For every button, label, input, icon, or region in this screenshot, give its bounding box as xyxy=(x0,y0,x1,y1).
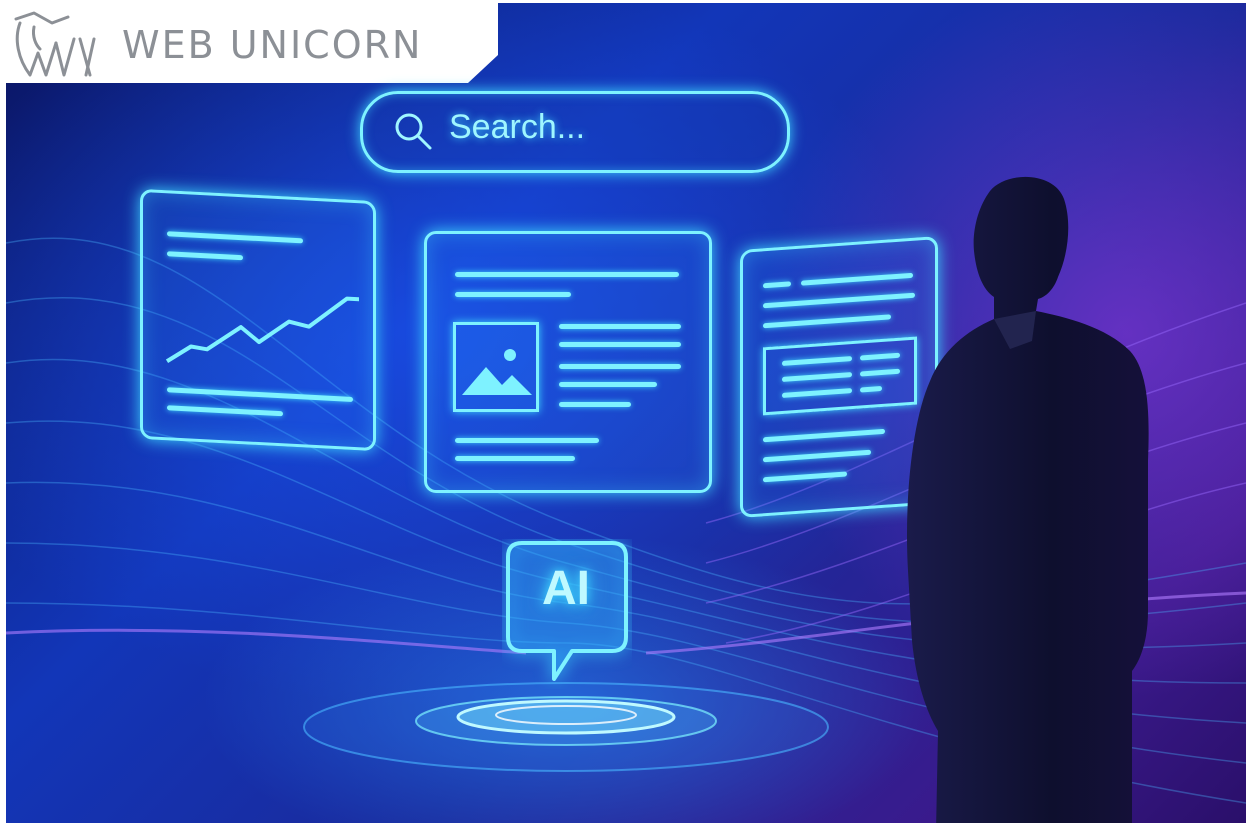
glow-platform xyxy=(303,682,829,772)
text-line xyxy=(559,324,681,329)
text-line xyxy=(782,388,852,398)
search-icon xyxy=(395,113,432,150)
line-chart-icon xyxy=(165,296,359,363)
article-card xyxy=(424,231,712,493)
text-line xyxy=(763,449,871,463)
text-line xyxy=(559,382,657,387)
text-line xyxy=(763,428,885,443)
brand-name: WEB UNICORN xyxy=(122,23,423,67)
logo-banner: WEB UNICORN xyxy=(6,3,498,83)
unicorn-head-logo-icon xyxy=(14,11,96,77)
text-line xyxy=(455,292,571,297)
text-line xyxy=(782,356,852,366)
text-line xyxy=(763,281,791,289)
person-silhouette xyxy=(907,176,1149,823)
hero-scene: WEB UNICORN Search... AI xyxy=(6,3,1246,823)
text-line xyxy=(559,342,681,347)
ai-label: AI xyxy=(542,562,590,615)
text-line xyxy=(763,314,891,329)
text-line xyxy=(167,405,283,417)
text-line xyxy=(167,251,243,261)
text-line xyxy=(860,385,882,393)
image-placeholder-icon xyxy=(453,322,539,412)
text-line xyxy=(455,456,575,461)
text-line xyxy=(455,272,679,277)
search-placeholder: Search... xyxy=(449,108,586,146)
text-line xyxy=(559,402,631,407)
search-bar[interactable]: Search... xyxy=(360,91,790,173)
text-line xyxy=(167,231,303,244)
text-line xyxy=(763,471,847,483)
text-line xyxy=(559,364,681,369)
chart-card xyxy=(140,188,376,452)
text-line xyxy=(167,387,353,402)
text-line xyxy=(455,438,599,443)
text-line xyxy=(782,372,852,382)
